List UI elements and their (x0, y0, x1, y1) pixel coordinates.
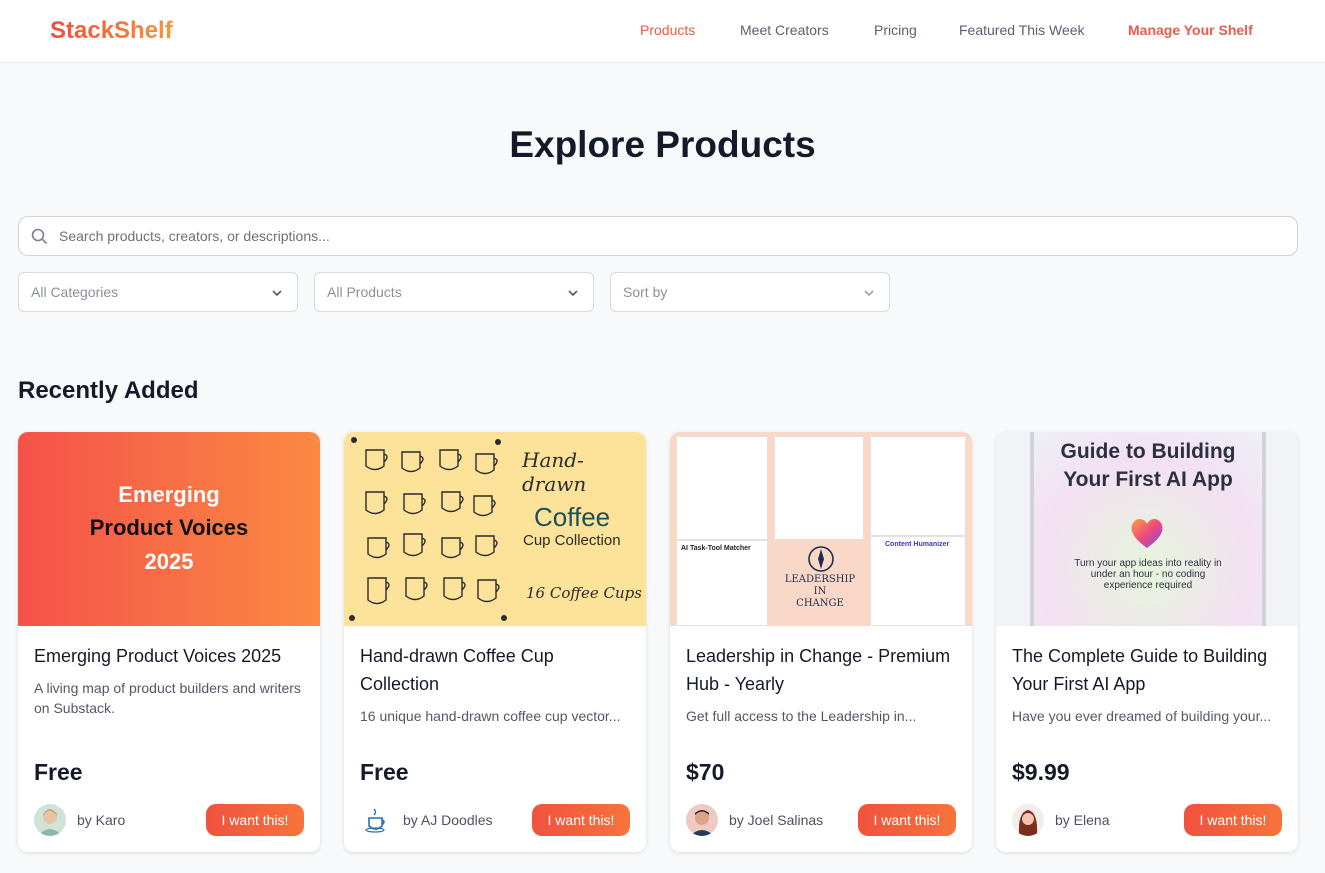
product-thumbnail: AI Task-Tool Matcher Content Humanizer L… (670, 432, 972, 626)
thumbnail-text: Product Voices (89, 515, 249, 540)
product-thumbnail: Hand-drawn Coffee Cup Collection 16 Coff… (344, 432, 646, 626)
heart-icon (1131, 518, 1163, 548)
product-price: $70 (686, 759, 725, 785)
creator-name[interactable]: by Elena (1055, 812, 1109, 828)
thumbnail-text: Coffee (534, 502, 611, 532)
brand-logo[interactable]: StackShelf (50, 17, 173, 45)
nav-products[interactable]: Products (640, 22, 695, 38)
product-price: Free (360, 759, 409, 785)
product-type-select-label: All Products (327, 284, 402, 300)
screenshot-panel (870, 436, 966, 536)
product-title[interactable]: Leadership in Change - Premium Hub - Yea… (686, 642, 958, 698)
creator-name[interactable]: by AJ Doodles (403, 812, 493, 828)
nav-manage-your-shelf[interactable]: Manage Your Shelf (1128, 22, 1253, 38)
thumbnail-text: LEADERSHIP (784, 574, 856, 585)
thumbnail-text: CHANGE (796, 598, 844, 609)
thumbnail-text: Your First AI App (1063, 468, 1233, 491)
top-navigation-bar: StackShelf Products Meet Creators Pricin… (0, 0, 1325, 63)
coffee-cups-illustration (349, 437, 507, 621)
screenshot-panel: AI Task-Tool Matcher (676, 540, 768, 626)
thumbnail-text: 16 Coffee Cups (526, 584, 642, 602)
sort-select[interactable]: Sort by (610, 272, 890, 312)
product-type-select[interactable]: All Products (314, 272, 594, 312)
thumbnail-text: Content Humanizer (885, 541, 950, 548)
creator-name[interactable]: by Karo (77, 812, 125, 828)
chevron-down-icon (864, 290, 874, 297)
thumbnail-text: Turn your app ideas into reality in (1074, 558, 1222, 569)
product-card[interactable]: Hand-drawn Coffee Cup Collection 16 Coff… (344, 432, 646, 852)
screenshot-panel (676, 436, 768, 540)
screenshot-panel: Content Humanizer (870, 536, 966, 626)
thumbnail-text: Emerging (118, 482, 220, 507)
search-input[interactable] (59, 217, 1279, 255)
product-description: Have you ever dreamed of building your..… (1012, 708, 1272, 724)
product-title[interactable]: Emerging Product Voices 2025 (34, 642, 306, 670)
creator-avatar[interactable] (686, 804, 718, 836)
page-title: Explore Products (509, 124, 816, 165)
product-description: Get full access to the Leadership in... (686, 708, 917, 724)
product-card[interactable]: AI Task-Tool Matcher Content Humanizer L… (670, 432, 972, 852)
nav-pricing[interactable]: Pricing (874, 22, 917, 38)
product-thumbnail: Emerging Product Voices 2025 (18, 432, 320, 626)
chevron-down-icon (272, 290, 282, 297)
product-price: Free (34, 759, 83, 785)
creator-name[interactable]: by Joel Salinas (729, 812, 823, 828)
thumbnail-text: experience required (1103, 580, 1193, 591)
thumbnail-text: AI Task-Tool Matcher (681, 545, 751, 552)
section-title: Recently Added (18, 377, 199, 404)
product-description: 16 unique hand-drawn coffee cup vector..… (360, 708, 621, 724)
creator-avatar[interactable] (1012, 804, 1044, 836)
i-want-this-button[interactable]: I want this! (532, 804, 630, 836)
thumbnail-text: 2025 (144, 549, 194, 574)
screenshot-panel (774, 436, 864, 540)
product-card[interactable]: Emerging Product Voices 2025 Emerging Pr… (18, 432, 320, 852)
creator-avatar[interactable] (34, 804, 66, 836)
creator-avatar[interactable] (360, 804, 392, 836)
i-want-this-button[interactable]: I want this! (206, 804, 304, 836)
product-description: A living map of product builders and wri… (34, 680, 301, 716)
sort-select-label: Sort by (623, 284, 668, 300)
i-want-this-button[interactable]: I want this! (1184, 804, 1282, 836)
thumbnail-text: Hand-drawn (522, 448, 587, 496)
thumbnail-text: under an hour - no coding (1090, 569, 1206, 580)
product-price: $9.99 (1012, 759, 1070, 785)
nav-featured-this-week[interactable]: Featured This Week (959, 22, 1085, 38)
thumbnail-text: Cup Collection (523, 532, 621, 549)
product-title[interactable]: Hand-drawn Coffee Cup Collection (360, 642, 632, 698)
search-icon (31, 228, 47, 244)
thumbnail-text: Guide to Building (1060, 440, 1236, 463)
thumbnail-text: IN (813, 586, 827, 597)
category-select[interactable]: All Categories (18, 272, 298, 312)
chevron-down-icon (568, 290, 578, 297)
product-title[interactable]: The Complete Guide to Building Your Firs… (1012, 642, 1284, 698)
i-want-this-button[interactable]: I want this! (858, 804, 956, 836)
compass-icon (808, 546, 834, 572)
product-thumbnail: Guide to Building Your First AI App Turn… (996, 432, 1298, 626)
category-select-label: All Categories (31, 284, 119, 300)
product-card[interactable]: Guide to Building Your First AI App Turn… (996, 432, 1298, 852)
nav-meet-creators[interactable]: Meet Creators (740, 22, 829, 38)
search-bar (18, 216, 1298, 256)
